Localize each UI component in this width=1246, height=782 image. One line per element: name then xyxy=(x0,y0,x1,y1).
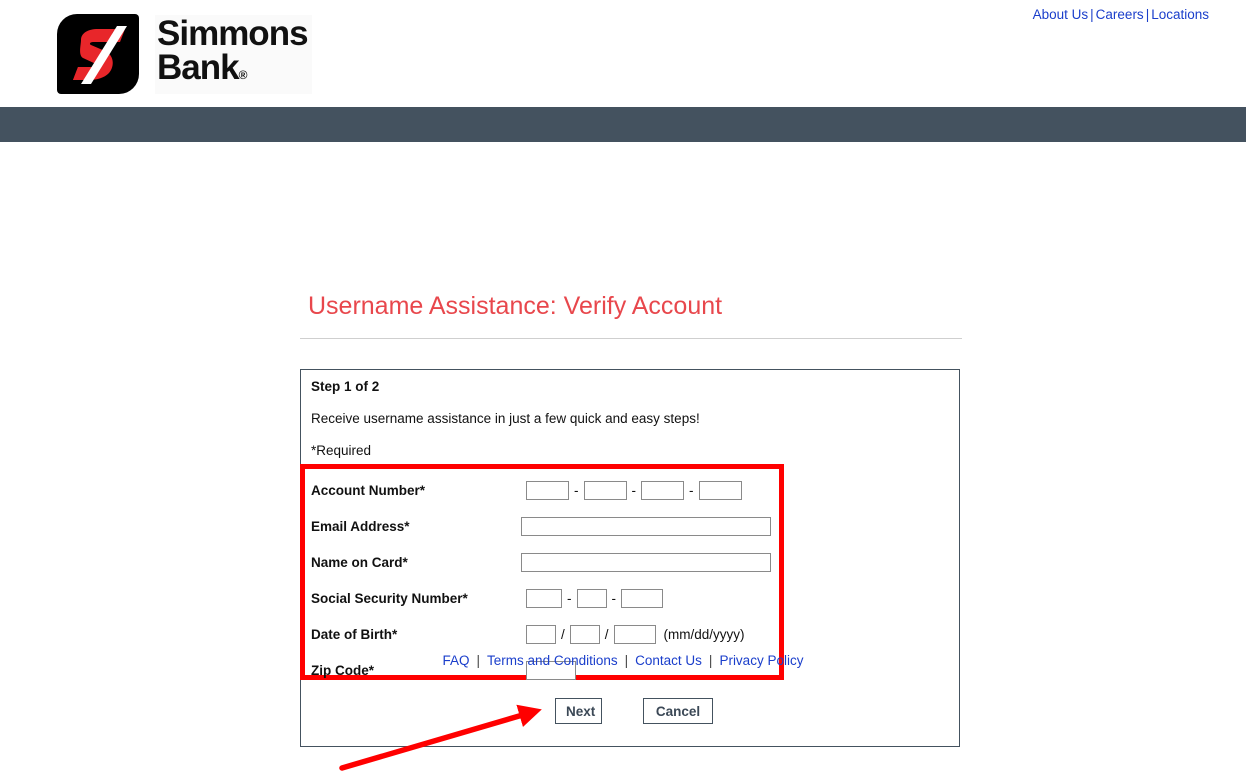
label-account-number: Account Number* xyxy=(311,482,426,498)
site-header: Simmons Bank® About Us | Careers | Locations xyxy=(0,0,1246,107)
dob-separator-2: / xyxy=(604,626,609,642)
account-number-separator-3: - xyxy=(689,482,694,498)
account-number-part-1-input[interactable] xyxy=(526,480,569,500)
logo-wordmark-line2-wrap: Bank® xyxy=(157,47,308,92)
footer-separator-3: | xyxy=(708,653,713,668)
form-intro-text: Receive username assistance in just a fe… xyxy=(311,411,700,426)
step-indicator: Step 1 of 2 xyxy=(311,379,380,394)
email-address-input[interactable] xyxy=(521,516,771,536)
field-row-social-security-number: Social Security Number* - - xyxy=(311,580,771,616)
field-row-name-on-card: Name on Card* xyxy=(311,544,771,580)
footer-links: FAQ | Terms and Conditions | Contact Us | Priv… xyxy=(0,653,1246,668)
label-social-security-number: Social Security Number* xyxy=(311,590,468,606)
inputs-email-address xyxy=(521,516,771,536)
ssn-separator-2: - xyxy=(611,590,617,606)
account-number-separator-1: - xyxy=(574,482,579,498)
header-link-locations[interactable]: Locations xyxy=(1151,7,1209,22)
footer-separator-1: | xyxy=(476,653,481,668)
logo-wordmark-line2: Bank xyxy=(157,47,240,87)
ssn-separator-1: - xyxy=(567,590,572,606)
site-logo[interactable]: Simmons Bank® xyxy=(57,14,312,94)
logo-s-mark-icon xyxy=(73,26,127,84)
primary-navigation-bar[interactable] xyxy=(0,107,1246,142)
date-format-hint: (mm/dd/yyyy) xyxy=(663,626,745,642)
dob-year-input[interactable] xyxy=(613,624,656,644)
dob-day-input[interactable] xyxy=(569,624,600,644)
logo-wordmark-line1: Simmons xyxy=(157,13,309,53)
simmons-bank-logo-icon xyxy=(57,14,139,94)
ssn-part-1-input[interactable] xyxy=(526,588,562,608)
inputs-date-of-birth: / / (mm/dd/yyyy) xyxy=(526,624,745,644)
field-row-date-of-birth: Date of Birth* / / (mm/dd/yyyy) xyxy=(311,616,771,652)
header-utility-links: About Us | Careers | Locations xyxy=(1033,7,1209,22)
cancel-button[interactable]: Cancel xyxy=(643,698,713,724)
account-number-part-2-input[interactable] xyxy=(583,480,627,500)
page-title: Username Assistance: Verify Account xyxy=(308,292,723,320)
dob-separator-1: / xyxy=(561,626,565,642)
footer-link-faq[interactable]: FAQ xyxy=(443,653,470,668)
inputs-social-security-number: - - xyxy=(526,588,663,608)
inputs-account-number: - - - xyxy=(526,480,742,500)
field-row-account-number: Account Number* - - - xyxy=(311,472,771,508)
account-number-part-3-input[interactable] xyxy=(641,480,684,500)
field-row-email-address: Email Address* xyxy=(311,508,771,544)
header-link-separator-1: | xyxy=(1090,7,1094,22)
next-button[interactable]: Next xyxy=(555,698,602,724)
logo-wordmark: Simmons Bank® xyxy=(155,13,312,94)
footer-separator-2: | xyxy=(624,653,629,668)
registered-trademark-icon: ® xyxy=(238,67,248,82)
label-date-of-birth: Date of Birth* xyxy=(311,626,398,642)
name-on-card-input[interactable] xyxy=(521,552,771,572)
dob-month-input[interactable] xyxy=(526,624,556,644)
ssn-part-2-input[interactable] xyxy=(576,588,607,608)
ssn-part-3-input[interactable] xyxy=(621,588,663,608)
required-fields-note: *Required xyxy=(311,443,372,458)
footer-link-contact-us[interactable]: Contact Us xyxy=(635,653,702,668)
title-divider xyxy=(300,338,962,339)
label-email-address: Email Address* xyxy=(311,518,410,534)
footer-link-privacy-policy[interactable]: Privacy Policy xyxy=(719,653,803,668)
form-button-bar: Next Cancel xyxy=(301,698,959,728)
inputs-name-on-card xyxy=(521,552,771,572)
account-number-separator-2: - xyxy=(631,482,637,498)
label-name-on-card: Name on Card* xyxy=(311,554,408,570)
account-number-part-4-input[interactable] xyxy=(698,480,742,500)
header-link-about-us[interactable]: About Us xyxy=(1033,7,1089,22)
header-link-careers[interactable]: Careers xyxy=(1096,7,1144,22)
verify-account-form-card: Step 1 of 2 Receive username assistance … xyxy=(300,369,960,747)
footer-link-terms-and-conditions[interactable]: Terms and Conditions xyxy=(487,653,618,668)
